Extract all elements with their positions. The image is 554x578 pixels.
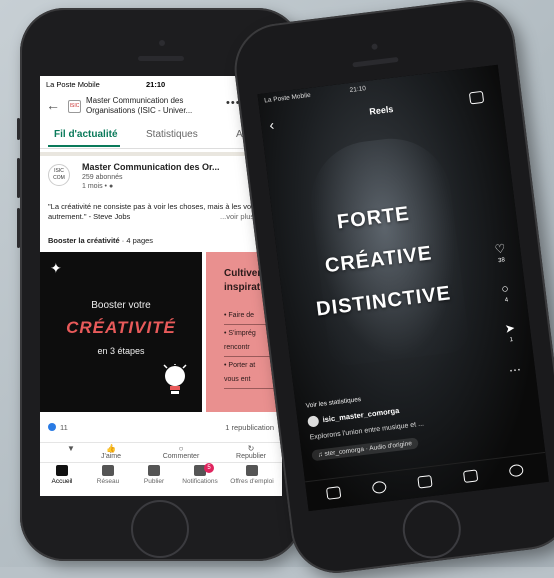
see-more-link[interactable]: ...voir plus [220,212,254,221]
slide2-bullet: rencontr [224,344,250,351]
comment-button[interactable]: ○ 4 [494,280,517,304]
reels-screen: La Poste Mobile 21:10 ‹ Reels FORTE CRÉA… [257,64,549,512]
reels-icon[interactable] [462,469,479,483]
like-icon: 👍 [106,444,116,453]
slide1-line3: en 3 étapes [97,346,145,356]
post-age: 1 mois • ● [82,183,114,190]
briefcase-icon [246,465,258,476]
home-button[interactable] [131,500,189,558]
more-options-icon[interactable]: ⋯ [504,362,526,378]
nav-notifications[interactable]: Notifications 5 [178,463,222,485]
plus-icon [148,465,160,476]
avatar [307,415,320,428]
slide2-bullet: vous ent [224,376,251,383]
repost-button[interactable]: Republier [226,453,276,460]
sparkle-icon: ✦ [50,260,62,276]
active-tab-indicator [48,145,120,147]
slide2-title-1: Cultiver [224,268,262,279]
slide2-bullet: • S'imprég [224,330,256,337]
camera-icon[interactable] [468,90,485,105]
post-author[interactable]: Master Communication des Or... [82,162,220,172]
back-arrow-icon[interactable]: ← [46,97,60,113]
comment-icon: ○ [500,281,510,296]
status-time: 21:10 [146,80,166,89]
send-icon: ➤ [504,320,516,336]
earpiece [352,56,399,68]
front-camera [371,43,378,51]
slide1-headline: CRÉATIVITÉ [66,318,176,337]
volume-down-button [17,208,20,248]
page-title: Master Communication des Organisations (… [86,96,193,115]
bottom-nav: Accueil Réseau Publier Notifications 5 Of… [40,462,282,496]
carrier-label: La Poste Mobile [46,80,100,89]
create-icon[interactable] [417,474,433,489]
followers-count: 259 abonnés [82,174,123,181]
reactions-row: 11 1 republication [40,416,282,436]
nav-network[interactable]: Réseau [86,465,130,485]
network-icon [102,465,114,476]
like-reaction-icon [48,423,56,431]
comment-button[interactable]: Commenter [156,453,206,460]
home-icon [56,465,68,476]
slide2-bullet: • Porter at [224,362,256,369]
profile-icon[interactable] [508,463,524,478]
mute-switch [17,118,20,140]
home-icon[interactable] [325,486,342,500]
nav-jobs[interactable]: Offres d'emploi [230,465,274,485]
like-button[interactable]: J'aime [86,453,136,460]
nav-post[interactable]: Publier [132,465,176,485]
slide2-bullet: • Faire de [224,312,255,319]
avatar-logo-text: ISIC COM [53,168,65,181]
earpiece [138,56,184,61]
volume-up-button [17,158,20,198]
comment-icon: ○ [178,444,184,453]
carousel-slide-1[interactable]: ✦ Booster votre CRÉATIVITÉ en 3 étapes [40,252,202,412]
reaction-count[interactable]: 11 [60,423,68,432]
nav-home[interactable]: Accueil [40,465,84,485]
search-icon[interactable] [371,480,387,495]
page-logo: ISIC [68,100,81,113]
globe-icon: ● [108,183,114,190]
repost-icon: ↻ [247,444,255,453]
home-button[interactable] [399,496,465,562]
tab-statistics[interactable]: Statistiques [146,129,198,140]
heart-icon: ♡ [493,241,507,257]
lightbulb-icon [163,364,187,394]
tab-feed[interactable]: Fil d'actualité [54,129,118,140]
share-button[interactable]: ➤ 1 [499,320,522,344]
notification-badge: 5 [204,463,214,473]
like-button[interactable]: ♡ 38 [489,241,512,265]
slide1-line1: Booster votre [91,300,151,311]
document-title: Booster la créativité · 4 pages [48,236,154,245]
author-avatar[interactable]: ISIC COM [48,164,70,186]
slide2-title-2: inspirat [224,282,261,293]
front-camera [159,40,165,46]
repost-count[interactable]: 1 republication [225,423,274,432]
